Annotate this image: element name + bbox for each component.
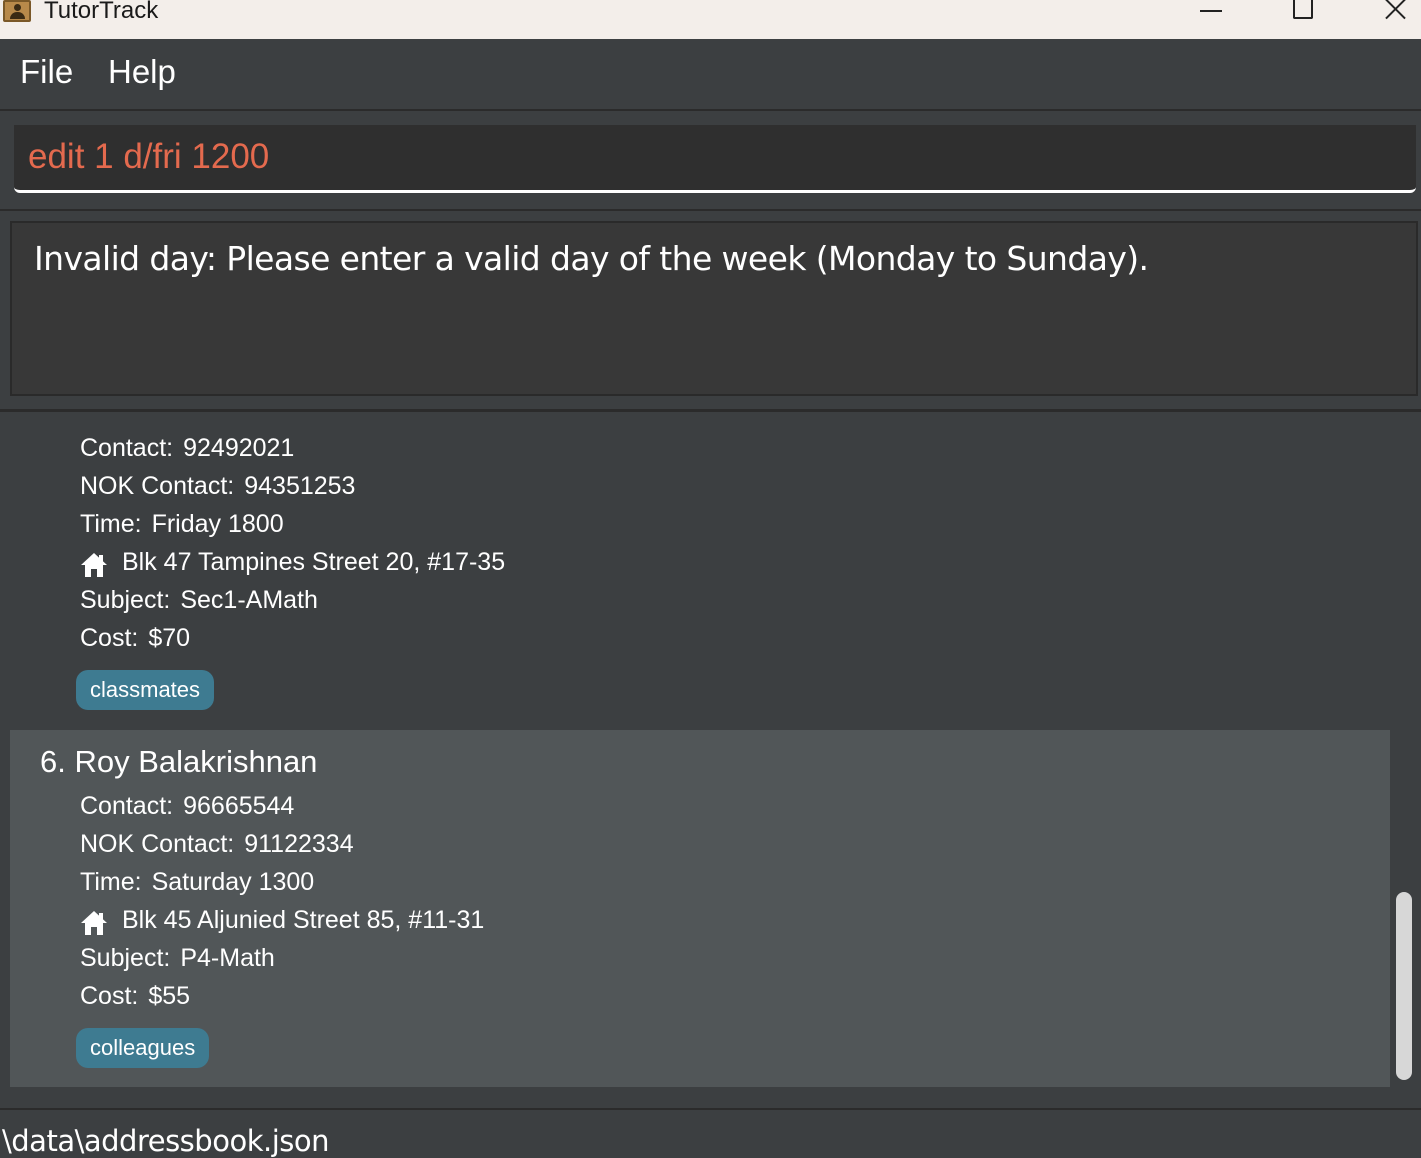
window-title: TutorTrack: [44, 0, 159, 24]
subject-field: Subject: Sec1-AMath: [80, 586, 318, 614]
tag-badge: classmates: [76, 670, 215, 710]
result-message: Invalid day: Please enter a valid day of…: [34, 239, 1149, 278]
menu-help[interactable]: Help: [108, 53, 176, 91]
command-area: edit 1 d/fri 1200: [0, 111, 1421, 211]
address-field: Blk 45 Aljunied Street 85, #11-31: [122, 906, 485, 934]
home-icon: [81, 553, 107, 577]
person-card-selected[interactable]: 6. Roy Balakrishnan Contact: 96665544 NOK…: [10, 730, 1390, 1087]
cost-field: Cost: $55: [80, 982, 191, 1010]
contact-field: Contact: 92492021: [80, 434, 295, 462]
time-field: Time: Saturday 1300: [80, 868, 315, 896]
nok-contact-field: NOK Contact: 94351253: [80, 472, 356, 500]
time-field: Time: Friday 1800: [80, 510, 284, 538]
menu-bar: File Help: [0, 39, 1421, 111]
result-display[interactable]: Invalid day: Please enter a valid day of…: [10, 221, 1418, 396]
minimize-button[interactable]: [1188, 0, 1234, 26]
command-text[interactable]: edit 1 d/fri 1200: [28, 137, 269, 177]
person-list[interactable]: Contact: 92492021 NOK Contact: 94351253 Ti…: [10, 431, 1390, 1089]
list-scrollbar[interactable]: [1392, 431, 1418, 1089]
scrollbar-thumb[interactable]: [1396, 892, 1412, 1080]
tag-badge: colleagues: [76, 1028, 210, 1068]
cost-field: Cost: $70: [80, 624, 191, 652]
person-card[interactable]: Contact: 92492021 NOK Contact: 94351253 Ti…: [10, 431, 1390, 730]
menu-file[interactable]: File: [20, 53, 73, 91]
nok-contact-field: NOK Contact: 91122334: [80, 830, 354, 858]
data-file-path: \data\addressbook.json: [2, 1124, 330, 1158]
address-field: Blk 47 Tampines Street 20, #17-35: [122, 548, 506, 576]
maximize-button[interactable]: [1279, 0, 1325, 26]
close-button[interactable]: [1372, 0, 1418, 26]
subject-field: Subject: P4-Math: [80, 944, 275, 972]
person-name: 6. Roy Balakrishnan: [40, 744, 318, 779]
contact-field: Contact: 96665544: [80, 792, 295, 820]
person-list-panel: Contact: 92492021 NOK Contact: 94351253 Ti…: [0, 412, 1421, 1108]
command-input[interactable]: edit 1 d/fri 1200: [14, 125, 1416, 193]
status-bar: \data\addressbook.json: [0, 1108, 1421, 1158]
home-icon: [81, 911, 107, 935]
app-icon: [3, 0, 31, 22]
title-bar: TutorTrack: [0, 0, 1421, 39]
result-area: Invalid day: Please enter a valid day of…: [0, 211, 1421, 412]
